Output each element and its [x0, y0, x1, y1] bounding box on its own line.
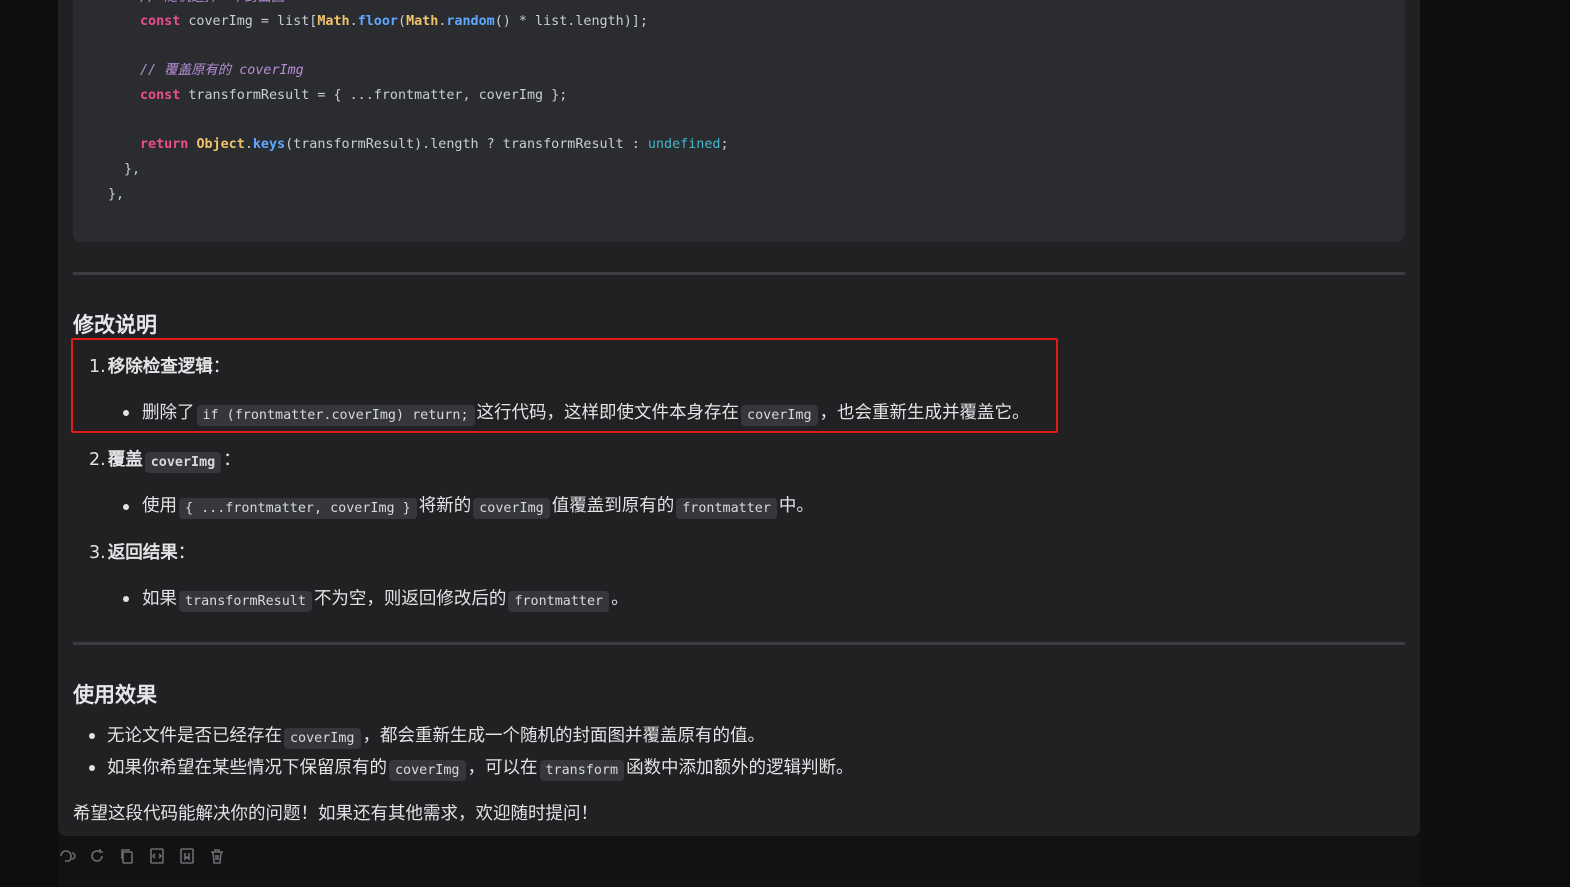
left-gutter	[0, 0, 58, 887]
read-aloud-icon[interactable]	[58, 847, 76, 865]
inline-code: transform	[539, 760, 625, 781]
inline-code: transformResult	[179, 591, 312, 612]
inline-code: coverImg	[473, 498, 550, 519]
list-item: 3. 返回结果：	[89, 543, 196, 563]
inline-code: coverImg	[144, 452, 222, 473]
bookmark-icon[interactable]	[178, 847, 196, 865]
right-gutter	[1420, 0, 1570, 887]
regenerate-icon[interactable]	[88, 847, 106, 865]
inline-code: coverImg	[284, 728, 361, 749]
list-item: 无论文件是否已经存在 coverImg ，都会重新生成一个随机的封面图并覆盖原有的值…	[107, 724, 765, 749]
code-line: },	[124, 162, 141, 177]
bullet-icon	[123, 596, 129, 602]
list-item: 2. 覆盖 coverImg：	[89, 448, 241, 473]
code-block: // 随机选择一个封面图 const coverImg = list[Math.…	[73, 0, 1405, 242]
code-line: return Object.keys(transformResult).leng…	[140, 137, 729, 152]
copy-icon[interactable]	[118, 847, 136, 865]
code-comment: // 覆盖原有的 coverImg	[140, 63, 304, 78]
inline-code: coverImg	[389, 760, 466, 781]
list-item: 如果 transformResult 不为空，则返回修改后的 frontmatter。	[142, 587, 629, 612]
inline-code: frontmatter	[508, 591, 610, 612]
delete-icon[interactable]	[208, 847, 226, 865]
code-line: },	[108, 187, 125, 202]
code-comment: // 随机选择一个封面图	[140, 0, 285, 8]
section-heading: 修改说明	[73, 313, 157, 337]
list-item: 如果你希望在某些情况下保留原有的 coverImg ，可以在 transform 函数中…	[107, 756, 854, 781]
message-toolbar	[58, 847, 226, 867]
divider	[73, 272, 1405, 275]
inline-code: frontmatter	[676, 498, 777, 519]
highlight-box	[71, 338, 1058, 433]
divider	[73, 642, 1405, 645]
section-heading: 使用效果	[73, 683, 157, 707]
inline-code: { ...frontmatter, coverImg }	[179, 498, 417, 519]
code-line: const transformResult = { ...frontmatter…	[140, 88, 568, 103]
code-icon[interactable]	[148, 847, 166, 865]
list-item: 使用{ ...frontmatter, coverImg } 将新的 coverIm…	[142, 494, 814, 519]
bullet-icon	[89, 765, 95, 771]
bullet-icon	[89, 733, 95, 739]
closing-text: 希望这段代码能解决你的问题！如果还有其他需求，欢迎随时提问！	[73, 804, 598, 824]
code-line: const coverImg = list[Math.floor(Math.ra…	[140, 14, 648, 29]
bullet-icon	[123, 504, 129, 510]
